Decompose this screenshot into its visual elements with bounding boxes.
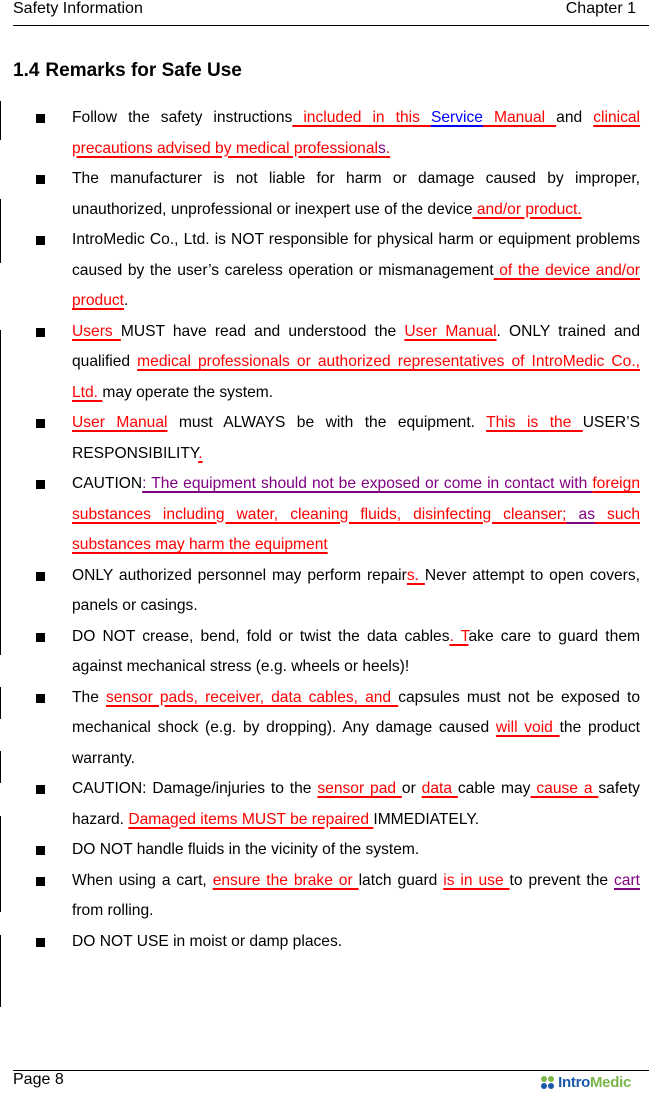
text-run: MUST have read and understood the	[120, 322, 405, 340]
list-item: User Manual must ALWAYS be with the equi…	[0, 408, 649, 469]
section-title: Remarks for Safe Use	[45, 60, 242, 81]
square-bullet-icon	[36, 327, 45, 337]
text-run: or	[401, 780, 422, 797]
square-bullet-icon	[36, 114, 45, 123]
header-section-title: Safety Information	[13, 0, 143, 17]
list-item: IntroMedic Co., Ltd. is NOT responsible …	[0, 225, 649, 317]
text-run: may operate the system.	[102, 383, 274, 401]
list-item-text: CAUTION: Damage/injuries to the sensor p…	[72, 774, 640, 835]
square-bullet-icon	[36, 571, 45, 581]
text-run: DO NOT handle fluids in the vicinity of …	[72, 841, 420, 858]
text-run: and	[556, 109, 594, 126]
revised-text: s.	[406, 566, 425, 584]
square-bullet-icon	[36, 175, 45, 184]
text-run: DO NOT USE in moist or damp places.	[72, 932, 343, 950]
list-item-text: IntroMedic Co., Ltd. is NOT responsible …	[72, 225, 640, 317]
square-bullet-icon	[36, 419, 45, 428]
revised-text: included in this	[292, 109, 431, 126]
revised-text: .	[385, 139, 391, 157]
list-item-text: CAUTION: The equipment should not be exp…	[72, 469, 640, 561]
page-number: Page 8	[13, 1071, 64, 1088]
list-item: The sensor pads, receiver, data cables, …	[0, 683, 649, 775]
revised-text: data	[421, 780, 458, 797]
text-run: cable may	[457, 780, 531, 797]
revised-text: This is the	[486, 414, 583, 431]
revised-text: : The equipment should not be exposed or…	[142, 475, 593, 492]
revised-text: Users	[72, 322, 121, 340]
text-run: latch guard	[358, 871, 444, 889]
square-bullet-icon	[36, 876, 45, 886]
list-item: CAUTION: Damage/injuries to the sensor p…	[0, 774, 649, 835]
revised-text: . T	[449, 627, 469, 645]
footer-rule	[13, 1070, 649, 1071]
section-heading: 1.4 Remarks for Safe Use	[13, 60, 242, 82]
revised-text: will void	[495, 719, 560, 736]
intromedic-logo: IntroMedic	[541, 1074, 631, 1091]
revised-text: sensor pads, receiver, data cables, and	[105, 688, 399, 706]
square-bullet-icon	[36, 693, 45, 703]
logo-text: IntroMedic	[558, 1074, 631, 1091]
list-item: DO NOT handle fluids in the vicinity of …	[0, 835, 649, 866]
list-item: When using a cart, ensure the brake or l…	[0, 866, 649, 927]
list-item: Follow the safety instructions included …	[0, 103, 649, 164]
text-run: must ALWAYS be with the equipment.	[167, 414, 487, 431]
revised-text: User Manual	[72, 414, 168, 431]
revised-text: and/or product.	[472, 200, 582, 218]
text-run: from rolling.	[72, 902, 154, 919]
text-run: .	[124, 292, 129, 309]
revised-text: ensure the brake or	[212, 871, 359, 889]
list-item: Users MUST have read and understood the …	[0, 317, 649, 409]
list-item-text: When using a cart, ensure the brake or l…	[72, 866, 640, 927]
revised-text: cause a	[530, 780, 599, 797]
text-run: When using a cart,	[72, 871, 213, 889]
square-bullet-icon	[36, 785, 45, 794]
list-item-text: DO NOT USE in moist or damp places.	[72, 927, 640, 958]
list-item: ONLY authorized personnel may perform re…	[0, 561, 649, 622]
page-header: Safety Information Chapter 1	[0, 0, 649, 26]
text-run: ONLY authorized personnel may perform re…	[72, 566, 407, 584]
revised-text: as	[566, 505, 595, 523]
list-item-text: DO NOT crease, bend, fold or twist the d…	[72, 622, 640, 683]
revised-text: Service	[430, 109, 483, 126]
section-number: 1.4	[13, 60, 40, 81]
square-bullet-icon	[36, 632, 45, 642]
list-item-text: Users MUST have read and understood the …	[72, 317, 640, 409]
list-item: DO NOT USE in moist or damp places.	[0, 927, 649, 958]
revised-text: sensor pad	[317, 780, 402, 797]
list-item: CAUTION: The equipment should not be exp…	[0, 469, 649, 561]
text-run: Follow the safety instructions	[72, 109, 293, 126]
revised-text: User Manual	[404, 322, 497, 340]
revised-text: .	[198, 444, 203, 462]
list-item-text: DO NOT handle fluids in the vicinity of …	[72, 835, 640, 866]
text-run: DO NOT crease, bend, fold or twist the d…	[72, 627, 450, 645]
revised-text: s	[377, 139, 386, 157]
logo-mark-icon	[541, 1075, 555, 1090]
list-item-text: ONLY authorized personnel may perform re…	[72, 561, 640, 622]
text-run: The	[72, 688, 106, 706]
text-run: the product	[559, 719, 640, 736]
revised-text: is in use	[443, 871, 510, 889]
revised-text: Damaged items MUST be repaired	[128, 810, 374, 828]
list-item: DO NOT crease, bend, fold or twist the d…	[0, 622, 649, 683]
square-bullet-icon	[36, 236, 45, 245]
square-bullet-icon	[36, 846, 45, 855]
text-run: warranty.	[72, 749, 135, 767]
list-item-text: User Manual must ALWAYS be with the equi…	[72, 408, 640, 469]
text-run: to prevent the	[509, 871, 614, 889]
safety-remarks-list: Follow the safety instructions included …	[0, 103, 649, 957]
text-run: CAUTION: Damage/injuries to the	[72, 780, 318, 797]
list-item-text: The manufacturer is not liable for harm …	[72, 164, 640, 225]
header-rule	[13, 25, 649, 26]
list-item: The manufacturer is not liable for harm …	[0, 164, 649, 225]
list-item-text: The sensor pads, receiver, data cables, …	[72, 683, 640, 775]
text-run: IMMEDIATELY.	[373, 810, 480, 828]
revised-text: Manual	[482, 109, 557, 126]
square-bullet-icon	[36, 937, 45, 947]
revised-text: cart	[614, 871, 640, 889]
square-bullet-icon	[36, 480, 45, 489]
list-item-text: Follow the safety instructions included …	[72, 103, 640, 164]
header-chapter: Chapter 1	[565, 0, 636, 17]
text-run: CAUTION	[72, 475, 143, 492]
